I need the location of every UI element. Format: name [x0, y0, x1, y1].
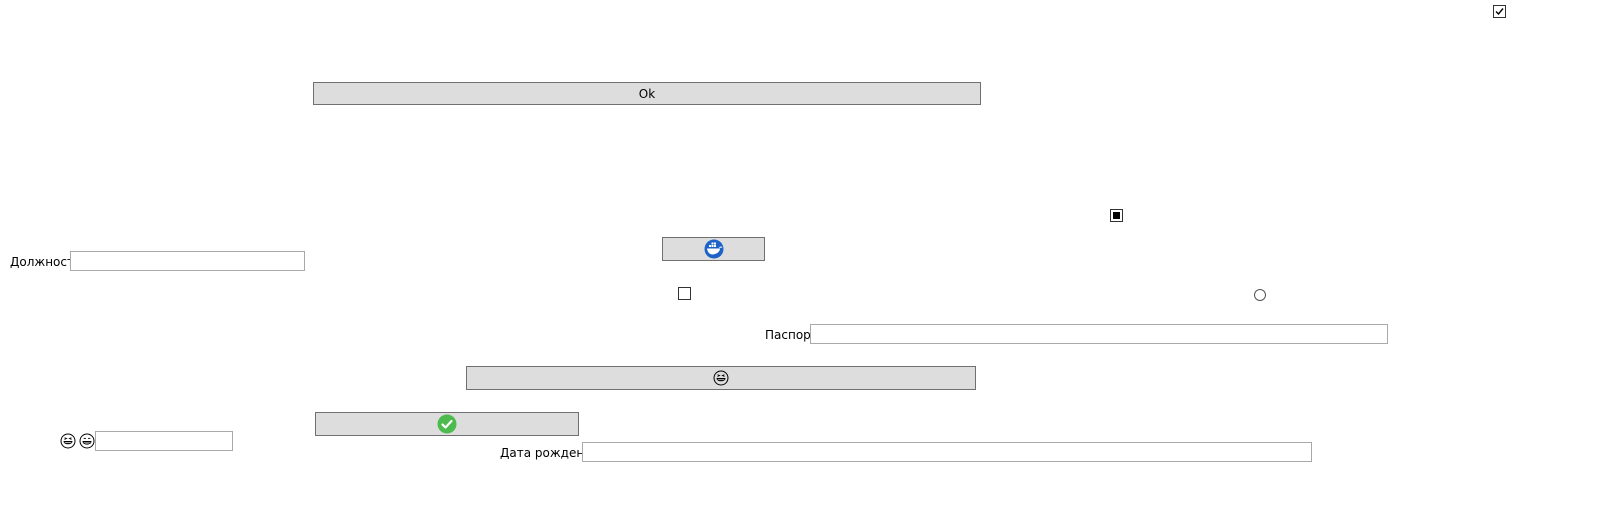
green-check-circle-icon: [437, 414, 457, 434]
passport-field[interactable]: [810, 324, 1388, 344]
docker-whale-icon: [704, 239, 723, 259]
grinning-squint-tears-icon: [60, 433, 76, 449]
birthdate-field[interactable]: [582, 442, 1312, 462]
radio-button[interactable]: [1254, 289, 1266, 301]
unchecked-checkbox[interactable]: [678, 287, 691, 300]
grinning-squint-tears-icon: [713, 370, 729, 386]
position-field[interactable]: [70, 251, 305, 271]
checkmark-icon: [1495, 8, 1504, 16]
green-check-button[interactable]: [315, 412, 579, 436]
ok-button[interactable]: Ok: [313, 82, 981, 105]
ok-button-label: Ok: [638, 86, 656, 101]
top-right-checkbox[interactable]: [1493, 5, 1506, 18]
indeterminate-mark: [1113, 212, 1120, 219]
indeterminate-checkbox[interactable]: [1110, 209, 1123, 222]
emoji-field[interactable]: [95, 431, 233, 451]
grinning-face-icon: [79, 433, 95, 449]
laugh-emoji-button[interactable]: [466, 366, 976, 390]
docker-button[interactable]: [662, 237, 765, 261]
